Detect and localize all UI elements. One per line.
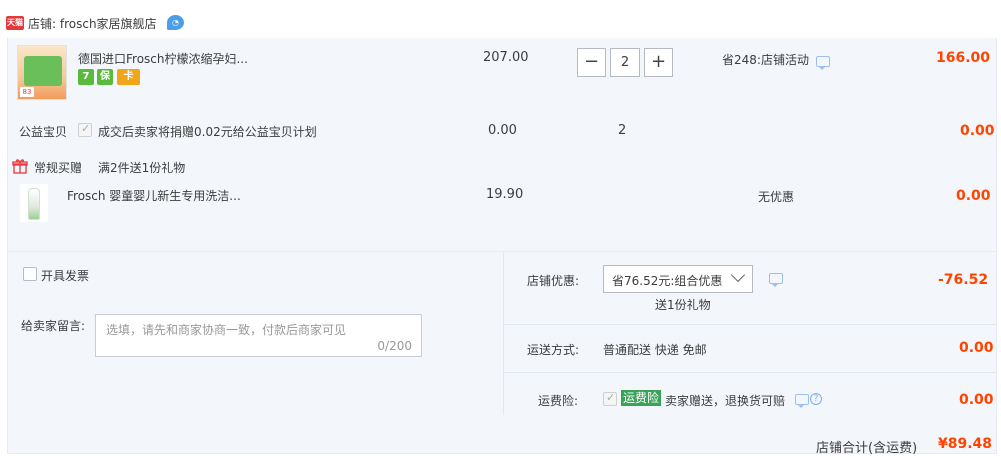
- help-icon[interactable]: ?: [810, 393, 822, 405]
- charity-label: 公益宝贝: [19, 125, 68, 139]
- charity-quantity: 2: [618, 123, 627, 138]
- gift-subtotal: 0.00: [956, 188, 991, 204]
- message-counter: 0/200: [377, 339, 412, 353]
- guarantee-icon[interactable]: 保: [97, 69, 113, 85]
- message-label: 给卖家留言:: [21, 319, 86, 333]
- shipping-amount: 0.00: [959, 340, 994, 356]
- shop-total-bar: 店铺合计(含运费) ¥89.48: [8, 416, 996, 456]
- increase-quantity-button[interactable]: +: [644, 48, 673, 77]
- insurance-text: 卖家赠送，退换货可赔: [665, 394, 786, 408]
- charity-checkbox[interactable]: [78, 122, 92, 137]
- discount-selected: 省76.52元:组合优惠: [612, 274, 723, 288]
- unit-price: 207.00: [483, 50, 529, 65]
- charity-text: 成交后卖家将捐赠0.02元给公益宝贝计划: [98, 125, 317, 139]
- gift-rule: 满2件送1份礼物: [98, 161, 186, 175]
- seven-day-return-icon[interactable]: 7: [78, 69, 94, 85]
- shipping-label: 运送方式:: [527, 343, 580, 357]
- aliwangwang-icon[interactable]: ◔: [167, 15, 184, 30]
- total-amount: ¥89.48: [938, 436, 993, 452]
- quantity-input[interactable]: 2: [610, 48, 640, 77]
- message-textarea[interactable]: 选填，请先和商家协商一致，付款后商家可见 0/200: [95, 314, 422, 357]
- chevron-down-icon: [730, 267, 746, 283]
- decrease-quantity-button[interactable]: −: [577, 48, 606, 77]
- divider: [503, 372, 996, 373]
- gift-label: 常规买赠: [34, 161, 83, 175]
- shipping-value: 普通配送 快递 免邮: [603, 343, 707, 357]
- product-thumbnail[interactable]: 83: [17, 45, 67, 100]
- promo-text: 省248:店铺活动: [722, 53, 809, 67]
- credit-card-icon[interactable]: 卡: [117, 69, 140, 85]
- total-label: 店铺合计(含运费): [816, 441, 918, 456]
- charity-subtotal: 0.00: [960, 123, 995, 139]
- item-subtotal: 166.00: [936, 50, 991, 66]
- discount-amount: -76.52: [938, 272, 989, 288]
- insurance-tag: 运费险: [621, 390, 662, 406]
- invoice-checkbox[interactable]: [23, 267, 37, 281]
- chat-icon[interactable]: [795, 394, 809, 408]
- discount-note: 送1份礼物: [655, 298, 711, 312]
- chat-icon[interactable]: [816, 56, 830, 70]
- gift-icon: [12, 158, 28, 174]
- message-placeholder: 选填，请先和商家协商一致，付款后商家可见: [106, 323, 347, 337]
- insurance-checkbox[interactable]: [603, 391, 617, 406]
- discount-select[interactable]: 省76.52元:组合优惠: [603, 265, 753, 293]
- gift-product-thumbnail[interactable]: [20, 184, 48, 222]
- divider: [503, 324, 996, 325]
- discount-label: 店铺优惠:: [527, 274, 580, 288]
- gift-product-title-link[interactable]: Frosch 婴童婴儿新生专用洗洁...: [67, 187, 241, 204]
- insurance-label: 运费险:: [538, 394, 579, 408]
- gift-promo: 无优惠: [758, 190, 795, 204]
- product-title-link[interactable]: 德国进口Frosch柠檬浓缩孕妇...: [78, 50, 248, 67]
- quantity-stepper: − 2 +: [577, 48, 673, 77]
- shop-name-link[interactable]: 店铺: frosch家居旗舰店: [28, 15, 157, 32]
- insurance-amount: 0.00: [959, 392, 994, 408]
- tmall-badge-icon: 天猫: [6, 16, 24, 30]
- chat-icon[interactable]: [769, 273, 783, 287]
- gift-price: 19.90: [486, 187, 524, 202]
- invoice-label[interactable]: 开具发票: [41, 267, 89, 284]
- shop-header: 天猫 店铺: frosch家居旗舰店 ◔: [0, 0, 1001, 38]
- charity-price: 0.00: [488, 123, 517, 138]
